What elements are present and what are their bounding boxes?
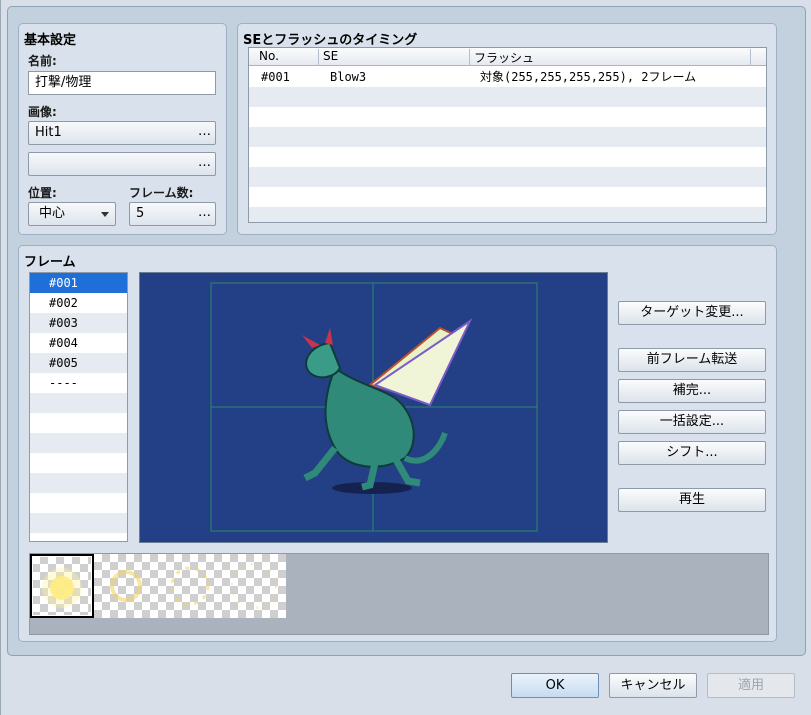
cell-thumbnail[interactable] (30, 554, 94, 618)
table-row[interactable]: #001 Blow3 対象(255,255,255,255), 2フレーム (249, 67, 766, 87)
list-item[interactable] (30, 473, 127, 493)
se-table-header: No. SE フラッシュ (249, 48, 766, 66)
list-item[interactable] (30, 513, 127, 533)
row-flash: 対象(255,255,255,255), 2フレーム (480, 70, 697, 84)
table-row[interactable] (249, 87, 766, 107)
position-value: 中心 (39, 206, 66, 221)
image-select-2[interactable]: … (28, 152, 216, 176)
browse-icon: … (198, 124, 211, 139)
cell-palette-strip[interactable] (29, 553, 769, 635)
table-row[interactable] (249, 127, 766, 147)
list-item[interactable]: #005 (30, 353, 127, 373)
list-item[interactable]: #004 (30, 333, 127, 353)
frame-count-value: 5 (136, 206, 145, 221)
table-row[interactable] (249, 147, 766, 167)
list-item[interactable]: ---- (30, 373, 127, 393)
basic-settings-panel: 基本設定 名前: 打撃/物理 画像: Hit1 … … 位置: フレーム数: 中… (18, 23, 227, 235)
list-item[interactable] (30, 493, 127, 513)
preview-guides (210, 282, 538, 532)
position-dropdown[interactable]: 中心 (28, 202, 116, 226)
table-row[interactable] (249, 187, 766, 207)
name-input[interactable]: 打撃/物理 (28, 71, 216, 95)
position-label: 位置: (28, 186, 57, 200)
play-button[interactable]: 再生 (618, 488, 766, 512)
se-flash-table[interactable]: No. SE フラッシュ #001 Blow3 対象(255,255,255,2… (248, 47, 767, 223)
list-item[interactable]: #003 (30, 313, 127, 333)
table-row[interactable] (249, 167, 766, 187)
column-header-se[interactable]: SE (319, 49, 470, 66)
spark-icon (170, 566, 210, 606)
frame-count-label: フレーム数: (129, 186, 194, 200)
name-label: 名前: (28, 54, 57, 68)
spark-icon (110, 570, 142, 602)
list-item[interactable] (30, 453, 127, 473)
preview-canvas[interactable] (139, 272, 608, 543)
browse-icon: … (198, 205, 211, 220)
list-item[interactable] (30, 433, 127, 453)
column-header-flash[interactable]: フラッシュ (470, 49, 751, 66)
cell-thumbnail[interactable] (222, 554, 286, 618)
frames-panel: フレーム #001 #002 #003 #004 #005 ---- ターゲット… (18, 245, 777, 642)
batch-settings-button[interactable]: 一括設定... (618, 410, 766, 434)
browse-icon: … (198, 155, 211, 170)
chevron-down-icon (101, 212, 109, 217)
image-value-1: Hit1 (35, 125, 62, 140)
table-row[interactable] (249, 207, 766, 222)
frame-list[interactable]: #001 #002 #003 #004 #005 ---- (29, 272, 128, 542)
column-header-no[interactable]: No. (255, 49, 319, 66)
frame-count-field[interactable]: 5 … (129, 202, 216, 226)
list-item[interactable] (30, 413, 127, 433)
se-flash-title: SEとフラッシュのタイミング (243, 33, 418, 48)
prev-frame-transfer-button[interactable]: 前フレーム転送 (618, 348, 766, 372)
row-no: #001 (261, 70, 290, 84)
interpolate-button[interactable]: 補完... (618, 379, 766, 403)
change-target-button[interactable]: ターゲット変更... (618, 301, 766, 325)
se-flash-panel: SEとフラッシュのタイミング No. SE フラッシュ #001 Blow3 対… (237, 23, 777, 235)
spark-icon (231, 563, 277, 609)
list-item[interactable]: #001 (30, 273, 127, 293)
cell-thumbnail[interactable] (158, 554, 222, 618)
basic-settings-title: 基本設定 (24, 33, 77, 48)
ok-button[interactable]: OK (511, 673, 599, 698)
cell-thumbnail[interactable] (94, 554, 158, 618)
apply-button[interactable]: 適用 (707, 673, 795, 698)
spark-icon (42, 568, 82, 608)
content-area: 基本設定 名前: 打撃/物理 画像: Hit1 … … 位置: フレーム数: 中… (7, 6, 806, 656)
row-se: Blow3 (330, 70, 367, 84)
table-row[interactable] (249, 107, 766, 127)
animation-editor-window: 基本設定 名前: 打撃/物理 画像: Hit1 … … 位置: フレーム数: 中… (0, 0, 811, 715)
image-select-1[interactable]: Hit1 … (28, 121, 216, 145)
list-item[interactable] (30, 393, 127, 413)
list-item[interactable]: #002 (30, 293, 127, 313)
image-label: 画像: (28, 105, 57, 119)
frames-title: フレーム (24, 255, 76, 270)
shift-button[interactable]: シフト... (618, 441, 766, 465)
cancel-button[interactable]: キャンセル (609, 673, 697, 698)
